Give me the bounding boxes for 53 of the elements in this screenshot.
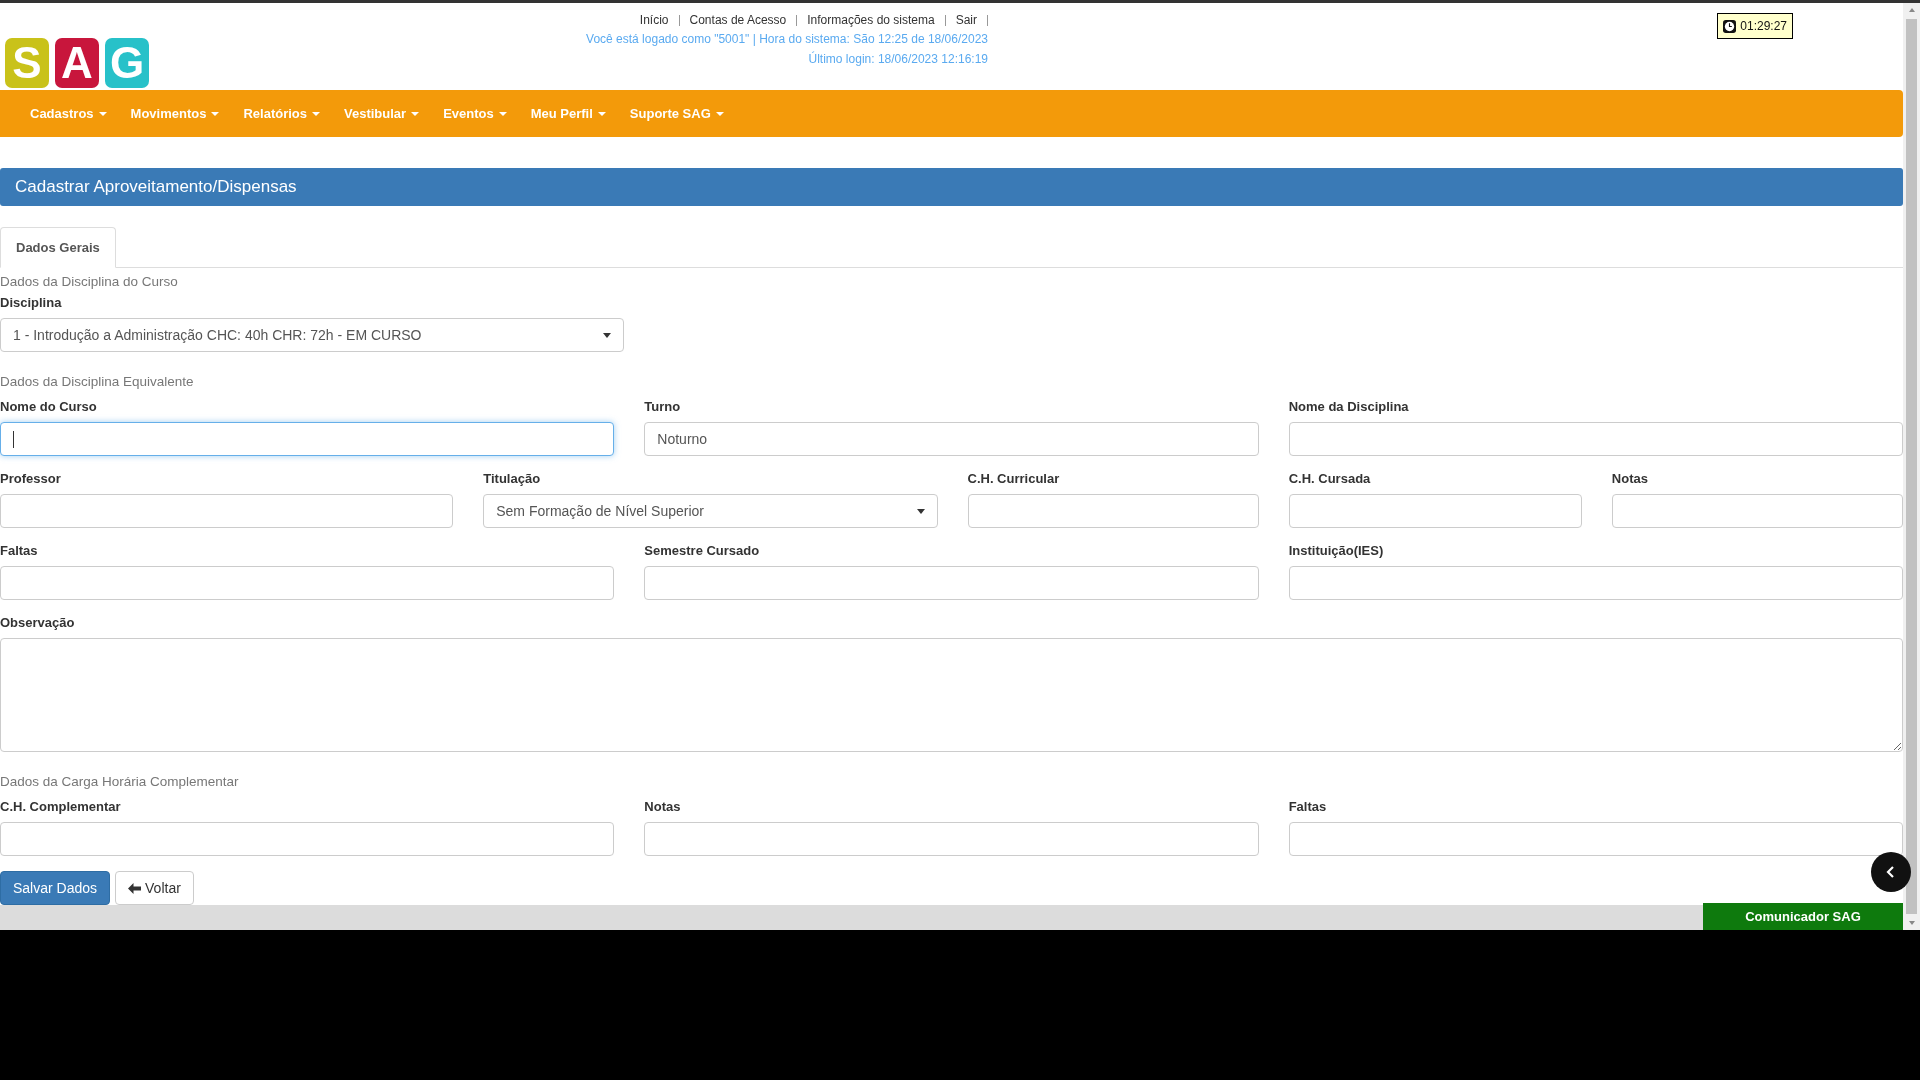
input-field[interactable] — [1288, 566, 1903, 600]
field-label: Titulação — [483, 471, 542, 487]
top-link[interactable]: Início — [639, 13, 669, 27]
top-link[interactable]: Sair — [955, 13, 977, 27]
field-label: Nome do Curso — [0, 399, 98, 415]
save-button[interactable]: Salvar Dados — [0, 871, 111, 905]
clock-icon — [1723, 19, 1737, 33]
input-field[interactable] — [1288, 494, 1582, 528]
logo-letter: G — [105, 38, 149, 88]
text-area[interactable] — [0, 638, 1903, 752]
input-field[interactable] — [967, 494, 1259, 528]
field-label: Disciplina — [0, 295, 63, 311]
input-field[interactable] — [0, 822, 615, 856]
field-label: Semestre Cursado — [644, 543, 761, 559]
input-field[interactable] — [0, 566, 615, 600]
select-field[interactable]: Sem Formação de Nível Superior — [483, 494, 938, 528]
last-login: Último login: 18/06/2023 12:16:19 — [807, 50, 988, 68]
section-title: Dados da Carga Horária Complementar — [0, 774, 240, 789]
field-label: Professor — [0, 471, 62, 487]
field-label: Faltas — [1288, 799, 1328, 815]
section-title: Dados da Disciplina do Curso — [0, 274, 179, 289]
input-field[interactable] — [644, 822, 1259, 856]
input-field[interactable] — [1288, 422, 1903, 456]
arrow-left-icon — [128, 882, 142, 894]
field-label: Notas — [1611, 471, 1649, 487]
input-field[interactable] — [0, 494, 454, 528]
logo-letter: S — [5, 38, 49, 88]
field-label: Instituição(IES) — [1288, 543, 1385, 559]
field-label: Notas — [644, 799, 682, 815]
tab[interactable]: Dados Gerais — [0, 227, 116, 268]
scrollbar[interactable] — [1903, 3, 1920, 930]
input-field[interactable] — [1288, 822, 1903, 856]
field-label: Faltas — [0, 543, 39, 559]
top-link[interactable]: Contas de Acesso — [689, 13, 787, 27]
input-field[interactable]: Noturno — [644, 422, 1259, 456]
back-button[interactable]: Voltar — [115, 871, 194, 905]
field-label: C.H. Cursada — [1288, 471, 1372, 487]
chat-button[interactable]: Comunicador SAG — [1703, 903, 1903, 930]
session-timer: 01:29:27 — [1717, 13, 1793, 39]
section-title: Dados da Disciplina Equivalente — [0, 374, 195, 389]
input-field[interactable] — [1611, 494, 1903, 528]
field-label: Observação — [0, 615, 76, 631]
input-field[interactable] — [644, 566, 1259, 600]
panel-title: Cadastrar Aproveitamento/Dispensas — [15, 177, 297, 198]
field-label: Nome da Disciplina — [1288, 399, 1410, 415]
logo-letter: A — [55, 38, 99, 88]
top-link[interactable]: Informações do sistema — [807, 13, 935, 27]
field-label: C.H. Complementar — [0, 799, 122, 815]
field-label: Turno — [644, 399, 682, 415]
select-field[interactable]: 1 - Introdução a Administração CHC: 40h CHR: 72h - EM CURSO — [0, 318, 625, 352]
input-field[interactable] — [0, 422, 615, 456]
session-info: Você está logado como "5001" | Hora do sistema: São 12:25 de 18/06/2023 — [586, 31, 988, 48]
field-label: C.H. Curricular — [967, 471, 1061, 487]
